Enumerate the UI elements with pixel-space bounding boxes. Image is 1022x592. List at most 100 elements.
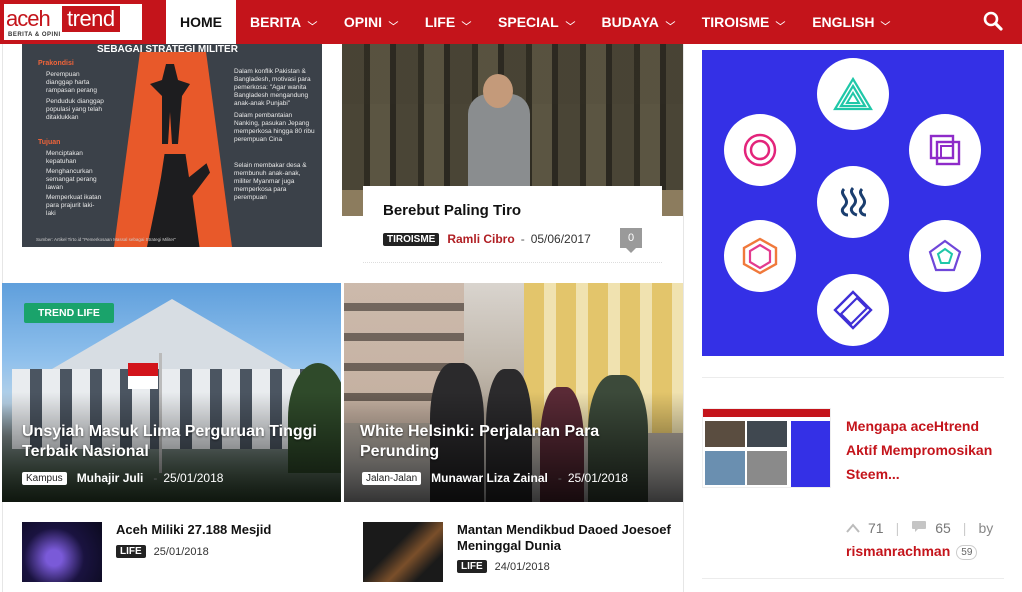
tile-title[interactable]: White Helsinki: Perjalanan Para Perundin… <box>360 422 670 462</box>
menu-item-home[interactable]: HOME <box>166 0 236 44</box>
menu-item-life[interactable]: LIFE ⌵ <box>411 0 484 44</box>
seated-man-head <box>483 74 513 108</box>
menu-item-opini[interactable]: OPINI ⌵ <box>330 0 411 44</box>
featured-post-meta: TIROISME Ramli Cibro - 05/06/2017 <box>383 232 591 246</box>
thumb-navbar <box>703 409 830 417</box>
news-tile[interactable]: TREND LIFE Unsyiah Masuk Lima Perguruan … <box>2 283 341 502</box>
stat-separator: | <box>895 520 900 536</box>
infographic-source: Sumber: Artikel Tirto.id "Pemerkosaan Ma… <box>36 237 177 242</box>
divider <box>363 262 662 263</box>
top-navbar: aceh trend BERITA & OPINI HOME BERITA ⌵ O… <box>0 0 1022 44</box>
post-meta: LIFE 24/01/2018 <box>457 560 550 573</box>
flag-image <box>128 363 158 389</box>
infographic-text: Dalam pembantaian Nanking, pasukan Jepan… <box>234 112 315 143</box>
post-date: 24/01/2018 <box>494 560 550 573</box>
infographic-image[interactable]: SEBAGAI STRATEGI MILITER Prakondisi Pere… <box>22 44 322 247</box>
chevron-down-icon: ⌵ <box>307 16 318 27</box>
post-thumbnail[interactable] <box>363 522 443 582</box>
category-tag[interactable]: TIROISME <box>383 232 440 246</box>
divider <box>702 578 1004 579</box>
tile-meta: Kampus Muhajir Juli - 25/01/2018 <box>22 471 223 485</box>
post-title[interactable]: Mantan Mendikbud Daoed Joesoef Meninggal… <box>457 522 677 554</box>
menu-label: BERITA <box>250 14 302 30</box>
featured-post-title[interactable]: Berebut Paling Tiro <box>383 202 521 219</box>
main-menu: HOME BERITA ⌵ OPINI ⌵ LIFE ⌵ SPECIAL ⌵ BUDAY… <box>166 0 903 44</box>
category-tag[interactable]: LIFE <box>457 560 487 573</box>
steem-banner[interactable] <box>702 50 1004 356</box>
category-tag[interactable]: LIFE <box>116 545 146 558</box>
meta-separator: - <box>520 232 525 246</box>
chevron-down-icon: ⌵ <box>881 16 891 27</box>
triangle-logo-icon <box>817 58 889 130</box>
reputation-badge: 59 <box>956 545 978 560</box>
news-tile[interactable]: White Helsinki: Perjalanan Para Perundin… <box>344 283 683 502</box>
thumb-steem-banner <box>791 421 830 487</box>
meta-separator: - <box>557 471 562 485</box>
comment-count-badge[interactable]: 0 <box>620 228 642 253</box>
trend-life-badge[interactable]: TREND LIFE <box>24 303 114 323</box>
author-link[interactable]: rismanrachman <box>846 543 950 559</box>
meta-separator: - <box>153 471 158 485</box>
upvote-icon[interactable] <box>846 520 860 536</box>
category-tag[interactable]: Jalan-Jalan <box>362 471 422 485</box>
site-logo[interactable]: aceh trend BERITA & OPINI <box>2 2 144 42</box>
infographic-heading-prakondisi: Prakondisi <box>38 60 74 67</box>
circles-logo-icon <box>724 114 796 186</box>
logo-text-trend: trend <box>62 6 120 32</box>
infographic-text: Penduduk dianggap populasi yang telah di… <box>46 98 104 121</box>
thumb-photo <box>705 451 745 485</box>
infographic-text: Dalam konflik Pakistan & Bangladesh, mot… <box>234 68 311 107</box>
menu-item-budaya[interactable]: BUDAYA ⌵ <box>588 0 688 44</box>
menu-item-special[interactable]: SPECIAL ⌵ <box>484 0 588 44</box>
logo-text-aceh: aceh <box>6 6 51 31</box>
menu-item-berita[interactable]: BERITA ⌵ <box>236 0 330 44</box>
sidebar-post-stats: 71 | 65 | by <box>846 520 993 536</box>
infographic-text: Menciptakan kepatuhan <box>46 150 83 165</box>
post-meta: LIFE 25/01/2018 <box>116 545 209 558</box>
hexagon-logo-icon <box>724 220 796 292</box>
thumb-photo <box>747 451 787 485</box>
menu-label: OPINI <box>343 14 383 30</box>
featured-post-card: Berebut Paling Tiro TIROISME Ramli Cibro… <box>363 186 662 264</box>
stat-separator: | <box>962 520 967 536</box>
steem-logo-icon <box>817 166 889 238</box>
comment-count: 65 <box>935 520 951 536</box>
menu-item-tiroisme[interactable]: TIROISME ⌵ <box>688 0 799 44</box>
author-link[interactable]: Ramli Cibro <box>447 232 514 246</box>
menu-label: BUDAYA <box>601 14 659 30</box>
menu-label: LIFE <box>424 14 456 30</box>
divider <box>702 377 1004 378</box>
sidebar-post-title[interactable]: Mengapa aceHtrend Aktif Mempromosikan St… <box>846 414 1006 486</box>
post-date: 25/01/2018 <box>567 471 628 485</box>
post-date: 25/01/2018 <box>153 545 209 558</box>
post-title[interactable]: Aceh Miliki 27.188 Mesjid <box>116 522 336 538</box>
author-link[interactable]: Muhajir Juli <box>77 471 144 485</box>
search-icon[interactable] <box>982 10 1004 32</box>
thumb-photo <box>747 421 787 447</box>
thumb-photo <box>705 421 745 447</box>
tile-title[interactable]: Unsyiah Masuk Lima Perguruan Tinggi Terb… <box>22 422 332 462</box>
comment-icon[interactable] <box>911 520 927 536</box>
infographic-text: Memperkuat ikatan para prajurit laki-lak… <box>46 194 102 217</box>
chevron-down-icon: ⌵ <box>665 16 676 27</box>
diamond-logo-icon <box>817 274 889 346</box>
menu-label: ENGLISH <box>812 14 875 30</box>
post-date: 05/06/2017 <box>530 232 591 246</box>
infographic-heading-tujuan: Tujuan <box>38 139 61 146</box>
upvote-count: 71 <box>868 520 884 536</box>
menu-label: TIROISME <box>701 14 770 30</box>
infographic-text: Perempuan dianggap harta rampasan perang <box>46 71 97 94</box>
category-tag[interactable]: Kampus <box>22 471 67 485</box>
chevron-down-icon: ⌵ <box>776 16 786 27</box>
post-date: 25/01/2018 <box>163 471 224 485</box>
tile-meta: Jalan-Jalan Munawar Liza Zainal - 25/01/… <box>362 471 628 485</box>
author-link[interactable]: Munawar Liza Zainal <box>431 471 548 485</box>
menu-label: SPECIAL <box>498 14 559 30</box>
by-label: by <box>978 520 994 536</box>
menu-item-english[interactable]: ENGLISH ⌵ <box>798 0 903 44</box>
post-thumbnail[interactable] <box>22 522 102 582</box>
sidebar-post-thumbnail[interactable] <box>702 408 831 488</box>
pentagon-logo-icon <box>909 220 981 292</box>
sidebar-post-author-row: rismanrachman 59 <box>846 543 978 560</box>
chevron-down-icon: ⌵ <box>461 16 472 27</box>
